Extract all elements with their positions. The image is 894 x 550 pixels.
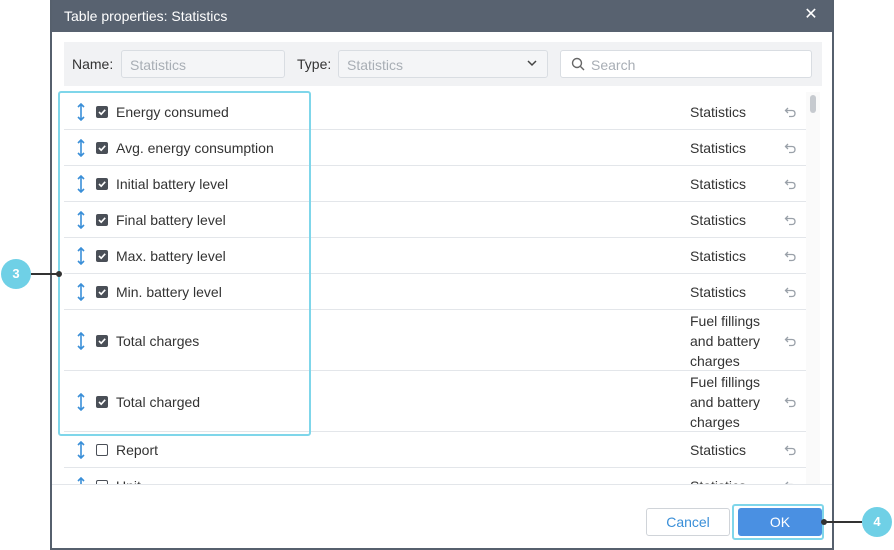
- column-type: Statistics: [690, 476, 746, 484]
- footer-divider: [52, 484, 832, 485]
- callout-3-leader: [31, 273, 59, 275]
- drag-handle-icon[interactable]: [76, 441, 86, 459]
- column-type-line: Fuel fillings: [690, 313, 761, 329]
- dialog-titlebar: Table properties: Statistics ✕: [52, 0, 832, 32]
- reset-icon[interactable]: [784, 286, 796, 298]
- reset-icon[interactable]: [784, 106, 796, 118]
- column-type: Statistics: [690, 212, 747, 228]
- drag-handle-icon[interactable]: [76, 477, 86, 484]
- type-select-value: Statistics: [347, 57, 404, 73]
- callout-4-leader: [824, 521, 862, 523]
- column-type: Fuel fillings and battery charges: [690, 372, 760, 432]
- column-type-line: charges: [690, 353, 740, 369]
- callout-4-dot: [821, 519, 827, 525]
- type-select[interactable]: Statistics: [338, 50, 548, 78]
- callout-3: 3: [1, 259, 31, 289]
- toolbar: Name: Statistics Type: Statistics Search: [64, 42, 822, 86]
- column-type-line: and battery: [690, 333, 761, 349]
- column-type: Statistics: [690, 284, 747, 300]
- reset-icon[interactable]: [784, 396, 796, 408]
- column-type-line: charges: [690, 414, 740, 430]
- column-type: Statistics: [690, 140, 747, 156]
- search-placeholder: Search: [591, 57, 636, 73]
- column-type-line: Fuel fillings: [690, 374, 761, 390]
- reset-icon[interactable]: [784, 178, 796, 190]
- column-type: Statistics: [690, 176, 747, 192]
- highlight-box-ok: [732, 504, 824, 540]
- column-type: Statistics: [690, 104, 747, 120]
- column-row[interactable]: UnitStatistics: [64, 468, 806, 484]
- close-icon[interactable]: ✕: [802, 6, 820, 24]
- scrollbar-thumb[interactable]: [810, 95, 816, 113]
- type-label: Type:: [297, 56, 332, 72]
- search-input[interactable]: Search: [560, 50, 812, 78]
- name-label: Name:: [72, 56, 114, 72]
- column-type-line: and battery: [690, 394, 761, 410]
- column-type: Fuel fillings and battery charges: [690, 311, 760, 371]
- reset-icon[interactable]: [784, 335, 796, 347]
- highlight-box-columns: [58, 91, 311, 436]
- reset-icon[interactable]: [784, 142, 796, 154]
- column-type: Statistics: [690, 248, 747, 264]
- search-icon: [571, 57, 585, 71]
- dialog-title: Table properties: Statistics: [64, 8, 228, 24]
- column-checkbox[interactable]: [96, 444, 108, 456]
- cancel-button[interactable]: Cancel: [646, 508, 730, 536]
- reset-icon[interactable]: [784, 214, 796, 226]
- callout-4: 4: [862, 507, 892, 537]
- scrollbar-track[interactable]: [806, 92, 820, 484]
- column-row[interactable]: Report Statistics: [64, 432, 806, 468]
- reset-icon[interactable]: [784, 444, 796, 456]
- column-name: Report: [116, 442, 159, 458]
- chevron-down-icon: [527, 60, 537, 67]
- column-type: Statistics: [690, 442, 747, 458]
- reset-icon[interactable]: [784, 250, 796, 262]
- name-field[interactable]: Statistics: [121, 50, 285, 78]
- callout-3-dot: [56, 271, 62, 277]
